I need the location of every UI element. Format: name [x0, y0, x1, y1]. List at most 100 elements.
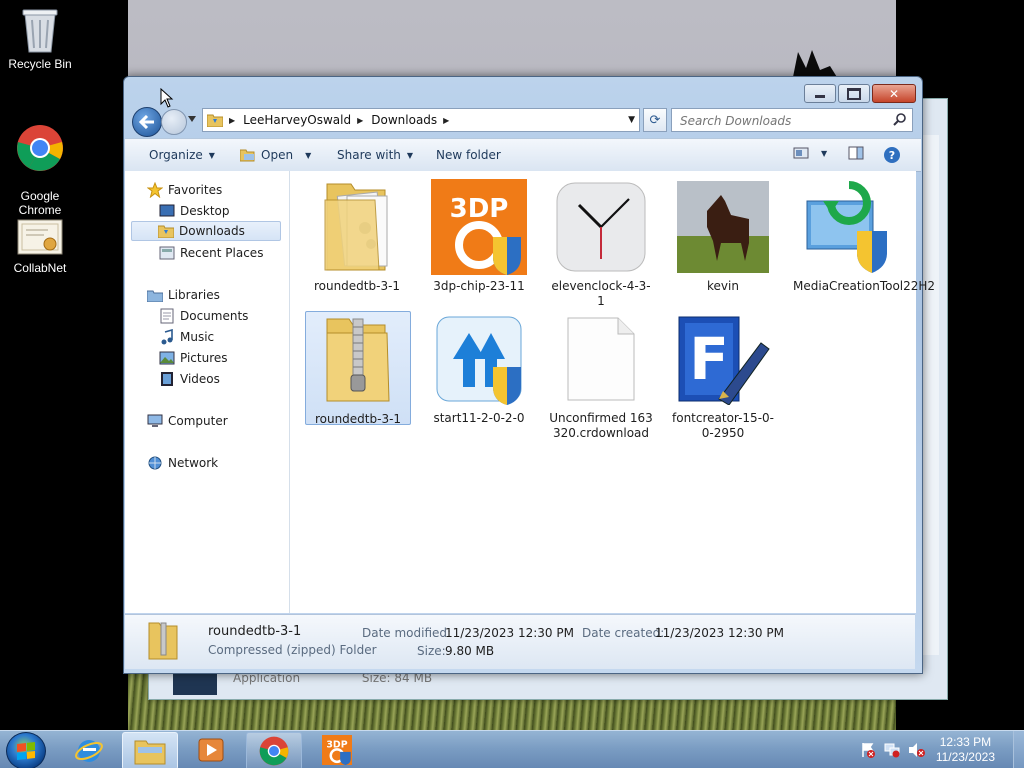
- breadcrumb-downloads[interactable]: Downloads: [371, 113, 437, 127]
- music-icon: [161, 329, 173, 345]
- new-folder-button[interactable]: New folder: [436, 148, 501, 162]
- folder-icon: [324, 183, 388, 271]
- explorer-window[interactable]: ✕ ▶ LeeHarveyOswald ▶ Downloads ▶ ▼ ⟳ Or…: [123, 76, 935, 674]
- minimize-button[interactable]: [804, 84, 836, 103]
- file-name: MediaCreationTool22H2: [793, 279, 936, 293]
- nav-favorites[interactable]: Favorites: [147, 180, 222, 200]
- chevron-down-icon[interactable]: ▼: [628, 115, 635, 125]
- desktop-icon-google-chrome[interactable]: Google Chrome: [0, 110, 80, 217]
- view-icon: [793, 147, 809, 159]
- file-item[interactable]: Unconfirmed 163320.crdownload: [549, 311, 653, 441]
- taskbar-internet-explorer[interactable]: [62, 732, 116, 768]
- nav-label: Computer: [168, 414, 228, 428]
- help-icon: ?: [884, 147, 900, 163]
- start-button[interactable]: [6, 732, 46, 768]
- taskbar-3dp-chip[interactable]: 3DP: [310, 732, 364, 768]
- close-button[interactable]: ✕: [872, 84, 916, 103]
- nav-label: Desktop: [180, 204, 230, 218]
- breadcrumb-user[interactable]: LeeHarveyOswald: [243, 113, 351, 127]
- desktop-icon-collabnet[interactable]: CollabNet: [0, 218, 80, 275]
- breadcrumb-separator[interactable]: ▶: [357, 116, 363, 125]
- nav-music[interactable]: Music: [159, 327, 214, 347]
- size-label: Size:: [417, 644, 446, 658]
- search-box[interactable]: [671, 108, 913, 132]
- blank-document-icon: [567, 317, 635, 401]
- show-desktop-button[interactable]: [1013, 731, 1024, 768]
- nav-computer[interactable]: Computer: [147, 411, 228, 431]
- mouse-cursor-icon: [160, 88, 174, 108]
- volume-muted-icon[interactable]: [908, 742, 926, 758]
- refresh-button[interactable]: ⟳: [643, 108, 667, 132]
- file-name: 3dp-chip-23-11: [433, 279, 525, 293]
- date-created-value: 11/23/2023 12:30 PM: [655, 626, 784, 640]
- view-options-button[interactable]: ▼: [793, 146, 827, 160]
- recent-pages-dropdown-icon[interactable]: [188, 116, 196, 122]
- nav-network[interactable]: Network: [147, 453, 218, 473]
- maximize-button[interactable]: [838, 84, 870, 103]
- file-item-selected[interactable]: roundedtb-3-1: [305, 311, 411, 426]
- nav-libraries[interactable]: Libraries: [147, 285, 220, 305]
- computer-icon: [147, 414, 163, 427]
- pictures-icon: [159, 351, 175, 365]
- internet-explorer-icon: [75, 740, 103, 762]
- nav-documents[interactable]: Documents: [159, 306, 248, 326]
- file-item[interactable]: MediaCreationTool22H2: [793, 179, 935, 294]
- file-item[interactable]: kevin: [671, 179, 775, 294]
- address-bar[interactable]: ▶ LeeHarveyOswald ▶ Downloads ▶ ▼: [202, 108, 640, 132]
- nav-videos[interactable]: Videos: [159, 369, 220, 389]
- desktop-icon-label: Google Chrome: [18, 189, 62, 217]
- file-name: elevenclock-4-3-1: [551, 279, 651, 308]
- date-modified-label: Date modified:: [362, 626, 452, 640]
- clock-date: 11/23/2023: [935, 750, 995, 764]
- file-item[interactable]: 3DP 3dp-chip-23-11: [427, 179, 531, 294]
- system-clock[interactable]: 12:33 PM 11/23/2023: [936, 735, 995, 765]
- open-button[interactable]: Open ▼: [240, 148, 311, 162]
- media-creation-tool-icon: [806, 181, 887, 273]
- nav-pictures[interactable]: Pictures: [159, 348, 228, 368]
- taskbar-windows-explorer[interactable]: [122, 732, 178, 768]
- file-name: start11-2-0-2-0: [433, 411, 525, 425]
- nav-label: Music: [180, 330, 215, 344]
- details-pane: roundedtb-3-1 Compressed (zipped) Folder…: [125, 614, 915, 669]
- file-list[interactable]: roundedtb-3-1 3DP 3dp-chip-23-11 elevenc…: [290, 171, 935, 613]
- nav-label: Downloads: [179, 224, 245, 238]
- file-item[interactable]: roundedtb-3-1: [305, 179, 409, 294]
- details-file-name: roundedtb-3-1: [208, 624, 302, 639]
- preview-pane-button[interactable]: [848, 146, 864, 160]
- search-icon[interactable]: [893, 112, 907, 126]
- taskbar-google-chrome[interactable]: [246, 732, 302, 768]
- file-item[interactable]: elevenclock-4-3-1: [549, 179, 653, 309]
- forward-button[interactable]: [161, 109, 187, 135]
- nav-label: Videos: [180, 372, 220, 386]
- arrow-left-icon: [139, 115, 154, 129]
- chevron-down-icon: ▼: [305, 150, 312, 160]
- nav-downloads[interactable]: Downloads: [131, 221, 281, 241]
- network-disconnected-icon[interactable]: [884, 742, 900, 758]
- taskbar-media-player[interactable]: [184, 732, 238, 768]
- svg-text:?: ?: [889, 149, 895, 162]
- action-center-alert-icon[interactable]: [860, 742, 876, 758]
- share-with-button[interactable]: Share with ▼: [337, 148, 413, 162]
- nav-recent-places[interactable]: Recent Places: [159, 243, 263, 263]
- recent-places-icon: [159, 246, 175, 260]
- libraries-icon: [147, 290, 163, 302]
- 3dp-chip-icon: 3DP: [431, 179, 527, 275]
- size-value: 9.80 MB: [445, 644, 495, 658]
- help-button[interactable]: ?: [883, 146, 901, 164]
- nav-desktop[interactable]: Desktop: [159, 201, 230, 221]
- organize-button[interactable]: Organize ▼: [149, 148, 215, 162]
- breadcrumb-separator[interactable]: ▶: [443, 116, 449, 125]
- open-label: Open: [261, 148, 294, 162]
- file-item[interactable]: F fontcreator-15-0-0-2950: [671, 311, 775, 441]
- nav-label: Favorites: [168, 183, 223, 197]
- file-name: roundedtb-3-1: [314, 412, 402, 426]
- svg-text:F: F: [689, 325, 729, 393]
- back-button[interactable]: [132, 107, 162, 137]
- search-input[interactable]: [678, 113, 882, 129]
- file-item[interactable]: start11-2-0-2-0: [427, 311, 531, 426]
- fontcreator-icon: F: [678, 316, 770, 405]
- desktop-icon-recycle-bin[interactable]: Recycle Bin: [0, 6, 80, 71]
- chrome-icon: [259, 736, 289, 766]
- 3dp-chip-icon: 3DP: [322, 735, 352, 765]
- share-with-label: Share with: [337, 148, 401, 162]
